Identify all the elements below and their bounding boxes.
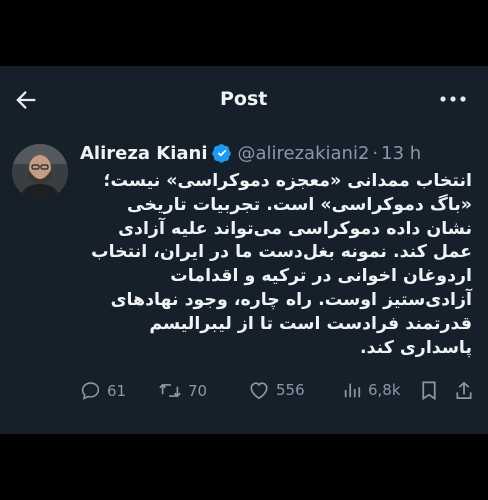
tweet-header: Alireza Kiani @alirezakiani2 · 13 h <box>80 140 421 166</box>
more-icon[interactable] <box>436 88 470 110</box>
reply-button[interactable]: 61 <box>80 380 126 401</box>
views-count: 6,8k <box>368 381 401 399</box>
top-bar: Post <box>0 66 488 132</box>
views-icon <box>344 383 361 398</box>
bookmark-button[interactable] <box>420 380 438 401</box>
share-icon <box>456 381 472 399</box>
avatar[interactable] <box>12 144 68 200</box>
author-name[interactable]: Alireza Kiani <box>80 143 208 164</box>
tweet-text: انتخاب ممدانی «معجزه دموکراسی» نیست؛ «با… <box>91 171 472 358</box>
bookmark-icon <box>422 381 436 401</box>
reply-icon <box>81 382 100 400</box>
share-button[interactable] <box>454 380 474 401</box>
page-title: Post <box>220 88 268 110</box>
verified-icon <box>211 143 232 163</box>
like-button[interactable]: 556 <box>248 380 305 400</box>
action-bar: 61 70 556 6,8k <box>80 380 480 404</box>
timestamp[interactable]: 13 h <box>381 143 421 164</box>
like-count: 556 <box>276 381 305 399</box>
like-icon <box>250 382 268 400</box>
views-button[interactable]: 6,8k <box>342 380 401 400</box>
repost-icon <box>159 383 181 398</box>
separator: · <box>372 142 379 164</box>
repost-button[interactable]: 70 <box>158 380 207 401</box>
post-screen: Post Alireza Kiani @alirezakiani2 · 13 h… <box>0 66 488 434</box>
author-handle[interactable]: @alirezakiani2 <box>238 143 370 164</box>
repost-count: 70 <box>188 381 208 400</box>
back-arrow-icon[interactable] <box>12 86 40 114</box>
reply-count: 61 <box>107 381 127 400</box>
